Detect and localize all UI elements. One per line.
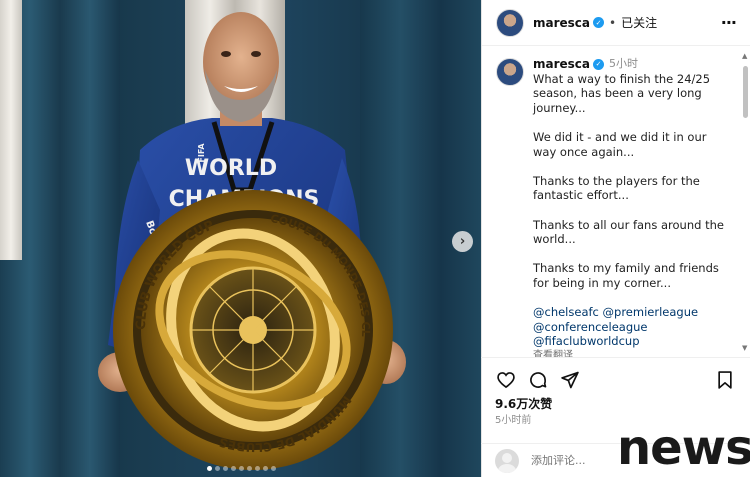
- caption-paragraph: Thanks to the players for the fantastic …: [533, 173, 700, 203]
- caption-paragraph: We did it - and we did it in our way onc…: [533, 129, 707, 159]
- carousel-next-button[interactable]: ›: [452, 231, 473, 252]
- caption-time[interactable]: 5小时: [609, 57, 638, 72]
- carousel-dot[interactable]: [231, 466, 236, 471]
- caption-paragraph: Thanks to all our fans around the world.…: [533, 217, 724, 247]
- mention-link[interactable]: @conferenceleague: [533, 320, 729, 335]
- news-watermark: news: [617, 420, 750, 476]
- post-media: WORLD CHAMPIONS FIFA Bow CLUB WORLD CUP …: [0, 0, 481, 477]
- carousel-dot[interactable]: [223, 466, 228, 471]
- caption-body: maresca ✓ 5小时 What a way to finish the 2…: [533, 57, 729, 357]
- user-avatar: [495, 448, 519, 473]
- jersey-logo: FIFA: [197, 143, 206, 163]
- caption-scrollbar[interactable]: ▲ ▼: [741, 52, 749, 352]
- send-icon[interactable]: [559, 369, 581, 391]
- caption-head: maresca ✓ 5小时: [533, 57, 729, 72]
- caption: maresca ✓ 5小时 What a way to finish the 2…: [496, 57, 729, 357]
- post-header: maresca ✓ • 已关注 ···: [482, 0, 750, 46]
- carousel-dot[interactable]: [263, 466, 268, 471]
- chevron-right-icon: ›: [459, 234, 466, 249]
- caption-paragraph: Thanks to my family and friends for bein…: [533, 261, 719, 290]
- posted-time[interactable]: 5小时前: [495, 411, 531, 426]
- carousel-dot[interactable]: [247, 466, 252, 471]
- heart-icon[interactable]: [495, 369, 517, 391]
- bookmark-icon[interactable]: [714, 369, 736, 391]
- header-username[interactable]: maresca: [533, 16, 590, 30]
- comment-icon[interactable]: [527, 369, 549, 391]
- carousel-dot[interactable]: [215, 466, 220, 471]
- scroll-up-icon[interactable]: ▲: [742, 52, 747, 60]
- carousel-dot[interactable]: [271, 466, 276, 471]
- photo-illustration: WORLD CHAMPIONS FIFA Bow CLUB WORLD CUP …: [0, 0, 406, 470]
- see-translation-link[interactable]: 查看翻译: [533, 349, 729, 357]
- caption-avatar[interactable]: [496, 58, 524, 86]
- carousel-dots: [207, 466, 276, 471]
- caption-scroll-area[interactable]: maresca ✓ 5小时 What a way to finish the 2…: [482, 47, 750, 357]
- caption-paragraph: What a way to finish the 24/25 season, h…: [533, 71, 711, 115]
- verified-badge-icon: ✓: [593, 17, 605, 28]
- caption-username[interactable]: maresca: [533, 57, 590, 72]
- carousel-dot[interactable]: [207, 466, 212, 471]
- avatar[interactable]: [496, 8, 524, 37]
- separator: •: [609, 15, 617, 30]
- verified-badge-icon: ✓: [593, 58, 605, 70]
- like-count[interactable]: 9.6万次赞: [495, 395, 552, 412]
- follow-state-button[interactable]: 已关注: [621, 14, 657, 31]
- carousel-dot[interactable]: [255, 466, 260, 471]
- carousel-dot[interactable]: [239, 466, 244, 471]
- scroll-down-icon[interactable]: ▼: [742, 344, 747, 352]
- mention-link[interactable]: @fifaclubworldcup: [533, 334, 729, 349]
- scrollbar-thumb[interactable]: [743, 66, 748, 118]
- mention-link[interactable]: @chelseafc @premierleague: [533, 305, 729, 320]
- more-horizontal-icon[interactable]: ···: [721, 13, 737, 32]
